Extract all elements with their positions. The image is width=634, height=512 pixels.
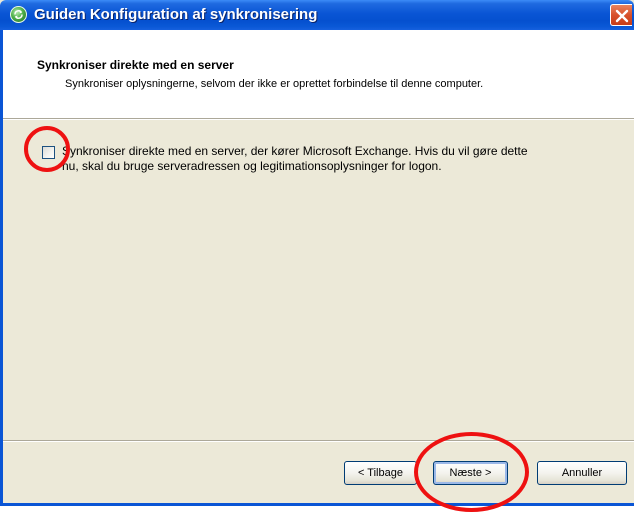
page-title: Synkroniser direkte med en server <box>37 58 234 72</box>
cancel-button[interactable]: Annuller <box>537 461 627 485</box>
back-button[interactable]: < Tilbage <box>344 461 417 485</box>
title-bar[interactable]: Guiden Konfiguration af synkronisering <box>0 0 634 30</box>
sync-server-checkbox-label[interactable]: Synkroniser direkte med en server, der k… <box>62 144 542 174</box>
wizard-window: Guiden Konfiguration af synkronisering S… <box>0 0 634 512</box>
header-divider-highlight <box>3 119 634 120</box>
footer-divider-highlight <box>3 441 634 442</box>
close-icon <box>615 9 629 23</box>
sync-server-checkbox[interactable] <box>42 146 55 159</box>
next-button[interactable]: Næste > <box>433 461 508 485</box>
sync-icon <box>10 6 27 23</box>
page-subtitle: Synkroniser oplysningerne, selvom der ik… <box>65 78 484 90</box>
wizard-header: Synkroniser direkte med en server Synkro… <box>3 30 634 118</box>
window-title: Guiden Konfiguration af synkronisering <box>34 6 318 23</box>
close-button[interactable] <box>610 4 632 26</box>
